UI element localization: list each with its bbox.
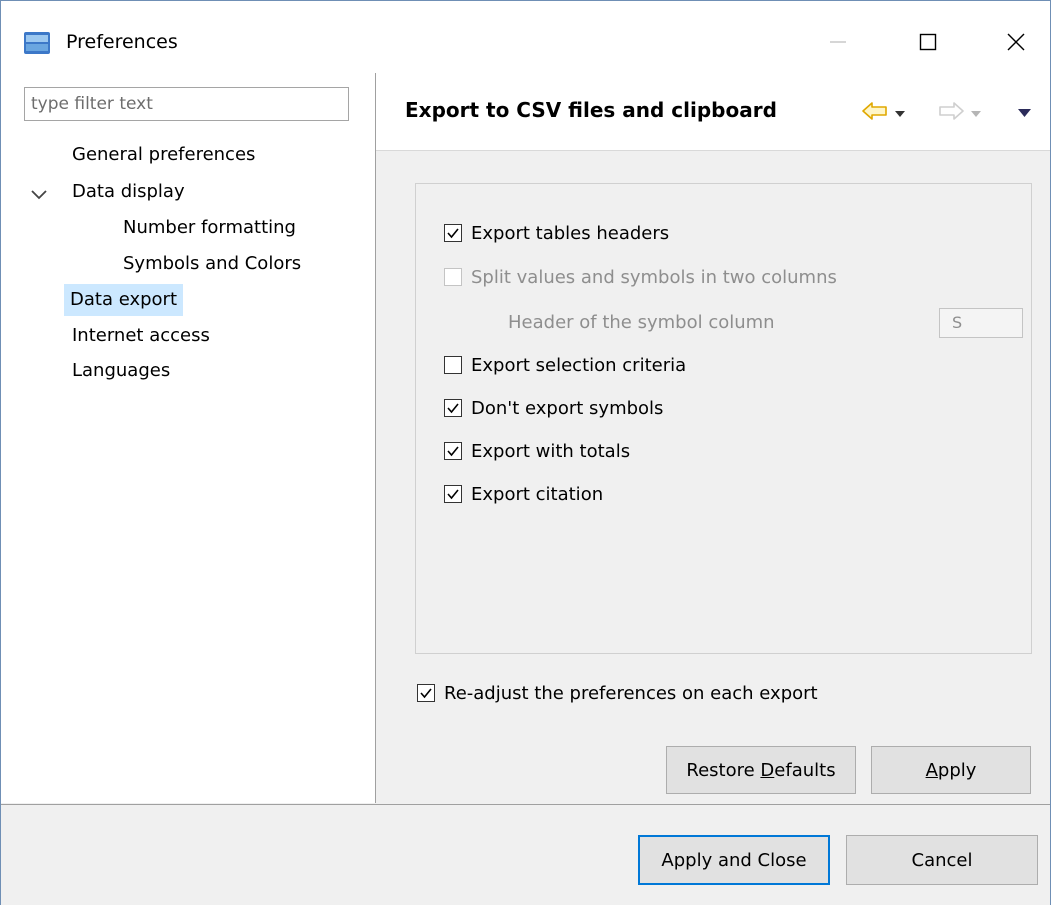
citation-label: Export citation	[471, 483, 604, 505]
checkmark-icon	[447, 489, 459, 500]
readjust-label: Re-adjust the preferences on each export	[444, 682, 818, 704]
export-headers-checkbox[interactable]	[444, 224, 462, 242]
minimize-icon	[830, 41, 846, 43]
maximize-button[interactable]	[901, 19, 955, 65]
tree-item-languages[interactable]: Languages	[72, 355, 170, 387]
dialog-footer: Apply and Close Cancel	[1, 804, 1050, 905]
export-headers-label: Export tables headers	[471, 222, 670, 244]
cancel-button[interactable]: Cancel	[846, 835, 1038, 885]
page-header: Export to CSV files and clipboard	[376, 73, 1050, 151]
checkmark-icon	[447, 228, 459, 239]
readjust-checkbox[interactable]	[417, 684, 435, 702]
view-menu-icon[interactable]	[1017, 108, 1032, 118]
export-headers-option[interactable]: Export tables headers	[444, 219, 669, 247]
apply-button[interactable]: Apply	[871, 746, 1031, 794]
export-criteria-label: Export selection criteria	[471, 354, 687, 376]
apply-label-suffix: pply	[937, 759, 977, 781]
chevron-down-icon[interactable]	[30, 188, 48, 202]
preference-page: Export to CSV files and clipboard Export…	[376, 73, 1050, 803]
restore-defaults-label-suffix: efaults	[774, 759, 836, 781]
page-title: Export to CSV files and clipboard	[405, 98, 777, 122]
split-values-option: Split values and symbols in two columns	[444, 263, 837, 291]
tree-item-data-export[interactable]: Data export	[64, 284, 184, 316]
totals-option[interactable]: Export with totals	[444, 437, 630, 465]
restore-defaults-mnemonic: D	[760, 759, 775, 781]
citation-option[interactable]: Export citation	[444, 480, 603, 508]
back-history-dropdown-icon[interactable]	[894, 110, 906, 118]
no-symbols-label: Don't export symbols	[471, 397, 664, 419]
title-bar: Preferences	[1, 1, 1050, 73]
no-symbols-checkbox[interactable]	[444, 399, 462, 417]
back-arrow-icon[interactable]	[862, 101, 888, 121]
symbol-header-field: S	[939, 308, 1023, 338]
apply-mnemonic: A	[925, 759, 938, 781]
export-options-group: Export tables headers Split values and s…	[415, 183, 1032, 654]
export-criteria-checkbox[interactable]	[444, 356, 462, 374]
tree-item-general[interactable]: General preferences	[72, 139, 255, 171]
no-symbols-option[interactable]: Don't export symbols	[444, 394, 663, 422]
citation-checkbox[interactable]	[444, 485, 462, 503]
app-icon	[24, 32, 50, 54]
checkmark-icon	[447, 446, 459, 457]
forward-history-dropdown-icon[interactable]	[970, 110, 982, 118]
readjust-option[interactable]: Re-adjust the preferences on each export	[417, 679, 818, 707]
checkmark-icon	[420, 688, 432, 699]
maximize-icon	[919, 33, 937, 51]
close-icon	[1007, 33, 1025, 51]
tree-item-symbols-colors[interactable]: Symbols and Colors	[123, 248, 301, 280]
restore-defaults-button[interactable]: Restore Defaults	[666, 746, 856, 794]
split-values-label: Split values and symbols in two columns	[471, 266, 837, 288]
window-title: Preferences	[66, 31, 178, 53]
totals-label: Export with totals	[471, 440, 631, 462]
filter-input[interactable]	[25, 88, 348, 120]
tree-item-number-formatting[interactable]: Number formatting	[123, 212, 296, 244]
forward-arrow-icon[interactable]	[938, 101, 964, 121]
apply-and-close-button[interactable]: Apply and Close	[638, 835, 830, 885]
symbol-header-label: Header of the symbol column	[508, 311, 775, 333]
split-values-checkbox	[444, 268, 462, 286]
export-criteria-option[interactable]: Export selection criteria	[444, 351, 686, 379]
totals-checkbox[interactable]	[444, 442, 462, 460]
minimize-button[interactable]	[811, 19, 865, 65]
tree-item-internet-access[interactable]: Internet access	[72, 320, 210, 352]
tree-item-data-display[interactable]: Data display	[72, 176, 185, 208]
restore-defaults-label-prefix: Restore	[686, 759, 761, 781]
close-button[interactable]	[989, 19, 1043, 65]
filter-field[interactable]	[24, 87, 349, 121]
preferences-tree-panel: General preferences Data display Number …	[1, 73, 376, 803]
checkmark-icon	[447, 403, 459, 414]
preferences-window: Preferences General preferences Data dis…	[0, 0, 1051, 905]
